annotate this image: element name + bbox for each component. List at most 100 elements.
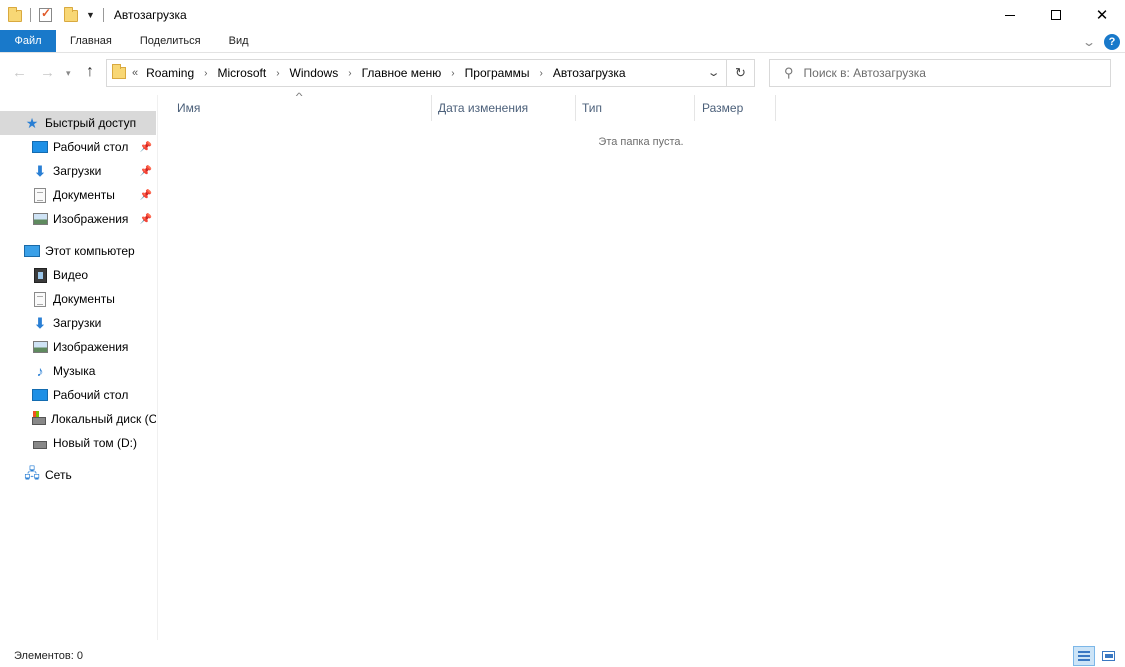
search-box[interactable]: ⚲ (769, 59, 1111, 87)
document-icon (32, 187, 48, 203)
download-icon: ⬇ (34, 314, 46, 331)
column-divider[interactable] (775, 95, 776, 121)
breadcrumb-separator-icon[interactable]: › (539, 68, 542, 79)
tab-home[interactable]: Главная (56, 30, 126, 52)
navigation-bar: ← → ▾ ↑ « Roaming › Microsoft › Windows … (0, 54, 1125, 92)
sidebar-item-local-disk-c[interactable]: Локальный диск (C (0, 407, 156, 431)
sidebar-item-music[interactable]: ♪ Музыка (0, 359, 156, 383)
tab-view[interactable]: Вид (215, 30, 263, 52)
minimize-icon (1005, 14, 1015, 16)
sidebar-item-desktop-pc[interactable]: Рабочий стол (0, 383, 156, 407)
column-header-date-modified[interactable]: Дата изменения (432, 95, 576, 121)
column-header-type[interactable]: Тип (576, 95, 695, 121)
forward-arrow-icon[interactable]: → (40, 64, 55, 81)
breadcrumb-item[interactable]: Microsoft (218, 66, 267, 80)
folder-icon (8, 7, 22, 22)
breadcrumb-item[interactable]: Программы (465, 66, 530, 80)
sidebar-item-label: Локальный диск (C (51, 412, 156, 426)
refresh-button[interactable]: ↻ (727, 59, 755, 87)
breadcrumb-separator-icon[interactable]: › (204, 68, 207, 79)
address-history-chevron-icon[interactable]: ⌄ (706, 66, 720, 79)
breadcrumb-item-current[interactable]: Автозагрузка (553, 66, 626, 80)
column-header-size[interactable]: Размер (695, 95, 776, 121)
sidebar-item-label: Загрузки (53, 164, 102, 178)
up-arrow-icon[interactable]: ↑ (86, 63, 94, 81)
breadcrumb-item[interactable]: Windows (290, 66, 339, 80)
column-header-name[interactable]: Имя (159, 95, 432, 121)
sidebar-item-documents-pc[interactable]: Документы (0, 287, 156, 311)
pin-icon: 📌 (139, 165, 152, 177)
ribbon-right: ⌄ ? (1082, 30, 1125, 53)
details-view-icon (1078, 651, 1090, 661)
column-header-label: Размер (702, 101, 744, 115)
desktop-icon (32, 387, 48, 403)
breadcrumb-separator-icon[interactable]: › (276, 68, 279, 79)
item-count: Элементов: 0 (14, 650, 83, 662)
new-folder-icon[interactable] (64, 7, 78, 22)
maximize-icon (1051, 10, 1061, 20)
toolbar-separator (102, 8, 104, 22)
tab-file[interactable]: Файл (0, 30, 56, 52)
document-icon (32, 291, 48, 307)
close-button[interactable]: ✕ (1079, 0, 1125, 30)
sidebar-item-label: Быстрый доступ (45, 116, 137, 130)
help-icon[interactable]: ? (1104, 33, 1120, 50)
back-arrow-icon[interactable]: ← (12, 64, 27, 81)
status-bar: Элементов: 0 (0, 645, 1125, 667)
large-icons-view-button[interactable] (1097, 646, 1119, 666)
sidebar-item-label: Новый том (D:) (53, 436, 137, 450)
music-icon: ♪ (36, 363, 44, 379)
video-icon (32, 267, 48, 283)
sidebar-item-label: Изображения (53, 340, 129, 354)
image-icon (32, 339, 48, 355)
sidebar-item-images-pc[interactable]: Изображения (0, 335, 156, 359)
breadcrumb-item[interactable]: Главное меню (362, 66, 442, 80)
sidebar-item-this-pc[interactable]: Этот компьютер (0, 239, 156, 263)
folder-icon (112, 64, 126, 79)
breadcrumb-separator-icon[interactable]: › (348, 68, 351, 79)
breadcrumb-item[interactable]: Roaming (146, 66, 194, 80)
navigation-pane: ★ Быстрый доступ Рабочий стол 📌 ⬇ Загруз… (0, 95, 158, 640)
pin-icon: 📌 (139, 213, 152, 225)
ribbon-tabs: Файл Главная Поделиться Вид ⌄ ? (0, 30, 1125, 53)
sidebar-item-label: Видео (53, 268, 89, 282)
column-header-label: Тип (582, 101, 603, 115)
details-view-button[interactable] (1073, 646, 1095, 666)
toolbar-separator (30, 8, 31, 22)
customize-toolbar-chevron-icon[interactable]: ▼ (86, 10, 95, 20)
desktop-icon (32, 139, 48, 155)
sidebar-item-network[interactable]: 🖧 Сеть (0, 463, 156, 487)
large-icons-view-icon (1101, 651, 1115, 661)
window-title: Автозагрузка (113, 8, 187, 22)
image-icon (32, 211, 48, 227)
quick-access-toolbar: ▼ Автозагрузка (0, 0, 187, 30)
column-header-label: Дата изменения (438, 101, 529, 115)
sidebar-item-downloads[interactable]: ⬇ Загрузки 📌 (0, 159, 156, 183)
address-bar[interactable]: « Roaming › Microsoft › Windows › Главно… (106, 59, 727, 87)
sidebar-item-new-volume-d[interactable]: Новый том (D:) (0, 431, 156, 455)
disk-c-icon (32, 411, 46, 427)
empty-folder-message: Эта папка пуста. (159, 136, 1125, 148)
sidebar-item-downloads-pc[interactable]: ⬇ Загрузки (0, 311, 156, 335)
maximize-button[interactable] (1033, 0, 1079, 30)
computer-icon (24, 243, 40, 259)
sidebar-item-label: Изображения (53, 212, 129, 226)
sidebar-item-documents[interactable]: Документы 📌 (0, 183, 156, 207)
search-input[interactable] (803, 66, 1084, 80)
pin-icon: 📌 (139, 141, 152, 153)
sidebar-item-label: Документы (53, 188, 115, 202)
expand-ribbon-chevron-icon[interactable]: ⌄ (1082, 35, 1096, 49)
sidebar-item-label: Сеть (45, 468, 72, 482)
sidebar-item-quick-access[interactable]: ★ Быстрый доступ (0, 111, 156, 135)
empty-folder-text: Эта папка пуста. (598, 136, 684, 148)
minimize-button[interactable] (987, 0, 1033, 30)
sidebar-item-desktop[interactable]: Рабочий стол 📌 (0, 135, 156, 159)
properties-icon[interactable] (39, 6, 52, 22)
breadcrumb-overflow[interactable]: « (132, 67, 138, 79)
sidebar-item-label: Музыка (53, 364, 96, 378)
sidebar-item-video[interactable]: Видео (0, 263, 156, 287)
recent-locations-chevron-icon[interactable]: ▾ (66, 68, 71, 79)
sidebar-item-images[interactable]: Изображения 📌 (0, 207, 156, 231)
breadcrumb-separator-icon[interactable]: › (451, 68, 454, 79)
tab-share[interactable]: Поделиться (126, 30, 215, 52)
